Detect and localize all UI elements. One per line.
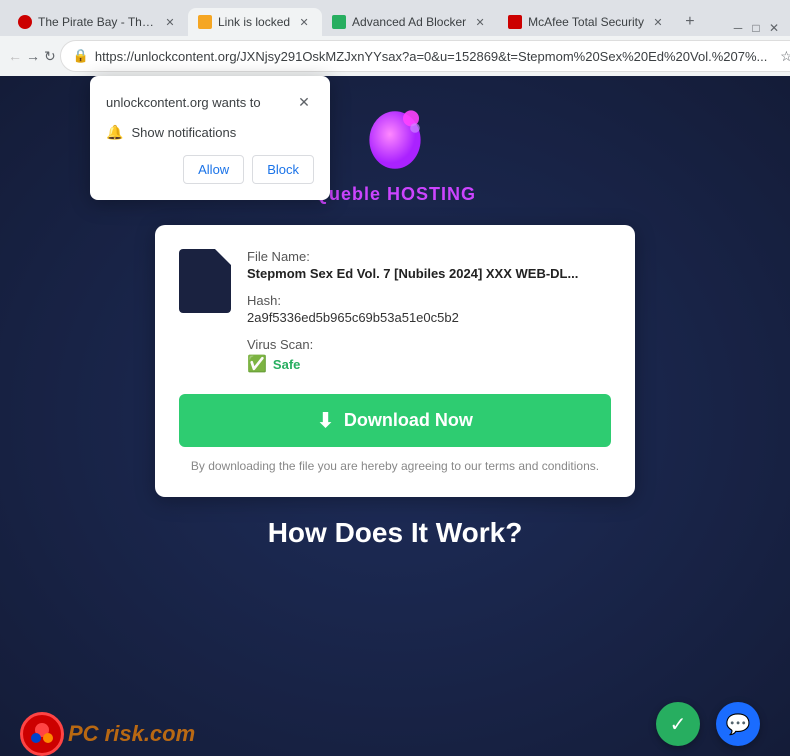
download-button-label: Download Now	[344, 410, 473, 431]
virus-scan-row: ✅ Safe	[247, 354, 611, 374]
url-bar[interactable]: 🔒 https://unlockcontent.org/JXNjsy291Osk…	[60, 40, 790, 72]
pcrisk-logo-circle	[20, 712, 64, 756]
file-icon-area	[179, 249, 231, 374]
notification-header: unlockcontent.org wants to ✕	[106, 92, 314, 112]
pcrisk-text: PC risk.com	[68, 721, 195, 747]
tab-link-locked[interactable]: Link is locked ✕	[188, 8, 322, 36]
notification-row: 🔔 Show notifications	[106, 124, 314, 141]
safe-check-icon: ✅	[247, 354, 267, 374]
minimize-button[interactable]: ─	[730, 20, 746, 36]
browser-chrome: The Pirate Bay - The g... ✕ Link is lock…	[0, 0, 790, 76]
notification-popup: unlockcontent.org wants to ✕ 🔔 Show noti…	[90, 76, 330, 200]
tab-favicon-2	[198, 15, 212, 29]
download-button[interactable]: ⬇ Download Now	[179, 394, 611, 447]
tab-close-1[interactable]: ✕	[162, 14, 178, 30]
allow-button[interactable]: Allow	[183, 155, 244, 184]
bookmark-icon[interactable]: ☆	[773, 43, 790, 69]
notification-description: Show notifications	[131, 125, 236, 140]
tab-favicon-1	[18, 15, 32, 29]
tab-label-4: McAfee Total Security	[528, 15, 644, 29]
file-name-label: File Name:	[247, 249, 611, 264]
logo-area: Queble HOSTING	[314, 96, 476, 205]
tab-favicon-4	[508, 15, 522, 29]
address-bar: ← → ↻ 🔒 https://unlockcontent.org/JXNjsy…	[0, 36, 790, 76]
notification-buttons: Allow Block	[106, 155, 314, 184]
block-button[interactable]: Block	[252, 155, 314, 184]
url-text: https://unlockcontent.org/JXNjsy291OskMZ…	[95, 49, 767, 64]
file-icon	[179, 249, 231, 313]
tab-mcafee[interactable]: McAfee Total Security ✕	[498, 8, 676, 36]
green-check-button[interactable]: ✓	[656, 702, 700, 746]
download-icon: ⬇	[317, 408, 334, 433]
bell-icon: 🔔	[106, 124, 123, 141]
pcrisk-watermark: PC risk.com	[20, 712, 195, 756]
logo-text: Queble HOSTING	[314, 184, 476, 205]
reload-button[interactable]: ↻	[44, 42, 56, 70]
virus-scan-value: Safe	[273, 357, 300, 372]
tab-label-3: Advanced Ad Blocker	[352, 15, 466, 29]
tab-favicon-3	[332, 15, 346, 29]
new-tab-button[interactable]: +	[676, 8, 704, 36]
close-window-button[interactable]: ✕	[766, 20, 782, 36]
how-title: How Does It Work?	[268, 517, 523, 549]
tab-pirate-bay[interactable]: The Pirate Bay - The g... ✕	[8, 8, 188, 36]
tab-ad-blocker[interactable]: Advanced Ad Blocker ✕	[322, 8, 498, 36]
window-controls: ─ □ ✕	[730, 20, 782, 36]
hash-label: Hash:	[247, 293, 611, 308]
virus-scan-label: Virus Scan:	[247, 337, 611, 352]
how-section: How Does It Work?	[20, 517, 770, 559]
lock-icon: 🔒	[73, 48, 89, 64]
tab-label-2: Link is locked	[218, 15, 290, 29]
file-name-value: Stepmom Sex Ed Vol. 7 [Nubiles 2024] XXX…	[247, 266, 611, 281]
terms-text: By downloading the file you are hereby a…	[179, 459, 611, 473]
forward-button[interactable]: →	[26, 42, 40, 70]
notification-close-button[interactable]: ✕	[294, 92, 314, 112]
logo-blob	[355, 96, 435, 176]
notification-title: unlockcontent.org wants to	[106, 95, 261, 110]
card-content: File Name: Stepmom Sex Ed Vol. 7 [Nubile…	[179, 249, 611, 374]
tab-label-1: The Pirate Bay - The g...	[38, 15, 156, 29]
pcrisk-logo-svg	[28, 720, 56, 748]
tab-close-2[interactable]: ✕	[296, 14, 312, 30]
tab-close-3[interactable]: ✕	[472, 14, 488, 30]
maximize-button[interactable]: □	[748, 20, 764, 36]
tab-close-4[interactable]: ✕	[650, 14, 666, 30]
download-card: File Name: Stepmom Sex Ed Vol. 7 [Nubile…	[155, 225, 635, 497]
back-button[interactable]: ←	[8, 42, 22, 70]
tab-bar: The Pirate Bay - The g... ✕ Link is lock…	[0, 0, 790, 36]
file-details: File Name: Stepmom Sex Ed Vol. 7 [Nubile…	[247, 249, 611, 374]
chat-button[interactable]: 💬	[716, 702, 760, 746]
hash-value: 2a9f5336ed5b965c69b53a51e0c5b2	[247, 310, 611, 325]
